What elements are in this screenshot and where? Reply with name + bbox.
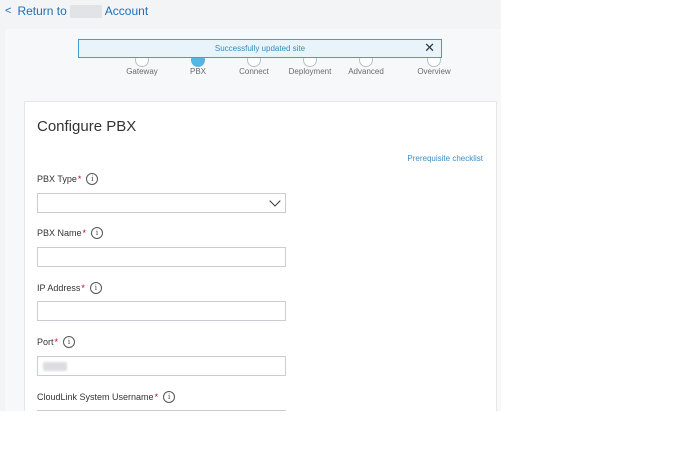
step-connect[interactable]: Connect (239, 67, 269, 76)
pbx-type-label: PBX Type * i (37, 173, 99, 185)
ip-address-input[interactable] (37, 301, 286, 321)
page-title: Configure PBX (37, 118, 137, 135)
port-label: Port * i (37, 336, 76, 348)
step-gateway[interactable]: Gateway (126, 67, 158, 76)
return-to-account-link[interactable]: < Return to Account (5, 4, 148, 18)
redacted-account-name (69, 4, 102, 18)
step-advanced[interactable]: Advanced (348, 67, 384, 76)
success-toast: Successfully updated site ✕ (78, 39, 442, 58)
pbx-type-select[interactable] (37, 193, 286, 213)
required-marker: * (82, 228, 87, 238)
wizard-stepper: Gateway PBX Connect Deployment Advanced … (5, 29, 501, 99)
cloudlink-username-label: CloudLink System Username * i (37, 391, 176, 403)
close-icon[interactable]: ✕ (424, 41, 435, 55)
cloudlink-username-input[interactable] (37, 410, 286, 411)
toast-message: Successfully updated site (214, 44, 306, 53)
cloudlink-username-label-text: CloudLink System Username (37, 392, 154, 402)
required-marker: * (154, 392, 159, 402)
main-panel: Gateway PBX Connect Deployment Advanced … (5, 29, 501, 411)
info-icon[interactable]: i (86, 173, 99, 185)
prerequisite-checklist-link[interactable]: Prerequisite checklist (407, 154, 483, 163)
back-link-prefix: Return to (17, 4, 67, 18)
pbx-type-label-text: PBX Type (37, 174, 77, 184)
step-deployment[interactable]: Deployment (289, 67, 332, 76)
step-overview[interactable]: Overview (417, 67, 450, 76)
chevron-left-icon: < (5, 5, 12, 17)
app-window: < Return to Account Gateway PBX Connect … (0, 0, 501, 411)
required-marker: * (81, 283, 85, 293)
chevron-down-icon (269, 195, 281, 207)
info-icon[interactable]: i (91, 227, 104, 239)
pbx-name-input[interactable] (37, 247, 286, 267)
step-pbx[interactable]: PBX (190, 67, 206, 76)
redacted-port-value (43, 362, 67, 371)
pbx-name-label: PBX Name * i (37, 227, 104, 239)
top-bar: < Return to Account (0, 0, 501, 27)
info-icon[interactable]: i (63, 336, 76, 348)
ip-address-label: IP Address * i (37, 282, 102, 294)
port-input[interactable] (37, 356, 286, 376)
ip-address-label-text: IP Address (37, 283, 81, 293)
required-marker: * (77, 174, 82, 184)
pbx-name-label-text: PBX Name (37, 228, 82, 238)
info-icon[interactable]: i (89, 282, 102, 294)
port-label-text: Port (37, 337, 54, 347)
back-link-suffix: Account (104, 4, 149, 18)
configure-pbx-card: Configure PBX Prerequisite checklist PBX… (24, 101, 497, 411)
required-marker: * (54, 337, 59, 347)
info-icon[interactable]: i (163, 391, 176, 403)
